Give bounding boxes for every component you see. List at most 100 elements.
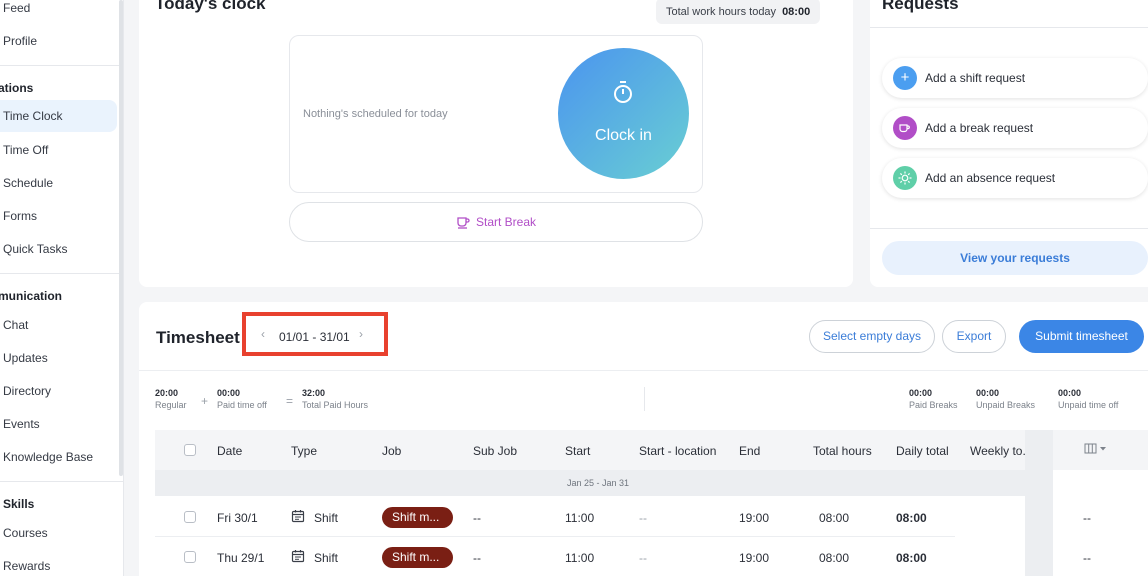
- summary-unpaid-breaks: 00:00 Unpaid Breaks: [976, 388, 1035, 410]
- sidebar-item-profile[interactable]: Profile: [3, 34, 37, 48]
- sidebar-scrollbar[interactable]: [119, 0, 123, 476]
- add-shift-request-label: Add a shift request: [925, 71, 1026, 85]
- stopwatch-icon: [612, 80, 634, 109]
- table-row[interactable]: Thu 29/1 Shift Shift m... -- 11:00 -- 19…: [155, 537, 1148, 576]
- select-all-checkbox[interactable]: [184, 444, 196, 456]
- summary-paid-time-off-value: 00:00: [217, 388, 241, 398]
- chevron-right-icon[interactable]: ›: [359, 327, 363, 341]
- date-range-text: 01/01 - 31/01: [279, 330, 350, 344]
- timesheet-title: Timesheet: [156, 328, 240, 347]
- sidebar-item-schedule[interactable]: Schedule: [3, 176, 53, 190]
- clock-title: Today's clock: [155, 0, 266, 13]
- sidebar-divider: [0, 481, 123, 482]
- row-checkbox[interactable]: [184, 551, 196, 563]
- cell-start-location: --: [639, 551, 647, 565]
- sidebar-item-chat[interactable]: Chat: [3, 318, 28, 332]
- requests-title: Requests: [882, 0, 959, 13]
- cell-start: 11:00: [565, 551, 595, 565]
- cell-total-hours: 08:00: [819, 551, 850, 565]
- calendar-icon: [291, 549, 305, 566]
- column-header-start[interactable]: Start: [565, 444, 590, 458]
- requests-divider: [870, 228, 1148, 229]
- sidebar-section-skills: Skills: [3, 497, 35, 511]
- summary-paid-time-off: 00:00 Paid time off: [217, 388, 267, 410]
- column-header-type[interactable]: Type: [291, 444, 317, 458]
- cell-extra: --: [1083, 551, 1091, 565]
- add-shift-request-button[interactable]: + Add a shift request: [882, 58, 1148, 98]
- cell-start-location: --: [639, 511, 647, 525]
- summary-unpaid-time-off-label: Unpaid time off: [1058, 400, 1119, 410]
- coffee-icon: [456, 215, 476, 229]
- column-header-job[interactable]: Job: [382, 444, 401, 458]
- column-picker-icon[interactable]: [1084, 442, 1108, 459]
- sidebar-item-courses[interactable]: Courses: [3, 526, 48, 540]
- summary-regular: 20:00 Regular: [155, 388, 187, 410]
- schedule-empty-text: Nothing's scheduled for today: [303, 108, 448, 120]
- sidebar-item-quick-tasks[interactable]: Quick Tasks: [3, 242, 67, 256]
- cell-sub-job: --: [473, 551, 481, 565]
- sidebar-item-time-clock[interactable]: Time Clock: [0, 100, 117, 132]
- total-work-hours: Total work hours today 08:00: [656, 0, 821, 24]
- cell-daily-total: 08:00: [896, 551, 927, 565]
- add-break-request-button[interactable]: Add a break request: [882, 108, 1148, 148]
- select-empty-days-button[interactable]: Select empty days: [809, 320, 935, 353]
- plus-icon: +: [893, 66, 917, 90]
- chevron-left-icon[interactable]: ‹: [261, 327, 265, 341]
- start-break-button[interactable]: Start Break: [289, 202, 703, 242]
- sidebar-section-communication: munication: [0, 289, 63, 303]
- timesheet-card: Timesheet ‹ 01/01 - 31/01 › Select empty…: [139, 302, 1148, 576]
- summary-paid-breaks: 00:00 Paid Breaks: [909, 388, 958, 410]
- column-header-sub-job[interactable]: Sub Job: [473, 444, 517, 458]
- timesheet-divider: [139, 370, 1148, 371]
- calendar-icon: [291, 509, 305, 526]
- total-work-hours-label: Total work hours today: [666, 6, 777, 18]
- requests-card: Requests + Add a shift request Add a bre…: [870, 0, 1148, 287]
- column-header-daily-total[interactable]: Daily total: [896, 444, 949, 458]
- cell-sub-job: --: [473, 511, 481, 525]
- add-absence-request-button[interactable]: Add an absence request: [882, 158, 1148, 198]
- start-break-label: Start Break: [475, 215, 537, 229]
- column-header-date[interactable]: Date: [217, 444, 242, 458]
- sidebar-divider: [0, 273, 123, 274]
- requests-divider: [870, 27, 1148, 28]
- clock-in-button[interactable]: Clock in: [558, 48, 689, 179]
- summary-paid-breaks-value: 00:00: [909, 388, 933, 398]
- table-row[interactable]: Fri 30/1 Shift Shift m... -- 11:00 -- 19…: [155, 497, 1148, 537]
- column-header-weekly-total[interactable]: Weekly to...: [970, 444, 1032, 458]
- column-header-total-hours[interactable]: Total hours: [813, 444, 872, 458]
- summary-total-paid-value: 32:00: [302, 388, 326, 398]
- sidebar-item-forms[interactable]: Forms: [3, 209, 37, 223]
- cell-date: Thu 29/1: [217, 551, 265, 565]
- summary-paid-breaks-label: Paid Breaks: [909, 400, 958, 410]
- sidebar-item-directory[interactable]: Directory: [3, 384, 51, 398]
- sidebar-item-time-off[interactable]: Time Off: [3, 143, 48, 157]
- sidebar-item-events[interactable]: Events: [3, 417, 40, 431]
- job-badge[interactable]: Shift m...: [382, 507, 453, 528]
- add-break-request-label: Add a break request: [925, 121, 1034, 135]
- summary-plus: +: [201, 394, 209, 408]
- summary-regular-label: Regular: [155, 400, 187, 410]
- sun-icon: [893, 166, 917, 190]
- sidebar-divider: [0, 65, 123, 66]
- clock-in-label: Clock in: [595, 127, 652, 144]
- cell-date: Fri 30/1: [217, 511, 258, 525]
- submit-timesheet-button[interactable]: Submit timesheet: [1019, 320, 1144, 353]
- summary-unpaid-time-off: 00:00 Unpaid time off: [1058, 388, 1118, 410]
- week-group-row: Jan 25 - Jan 31: [155, 470, 1041, 496]
- add-absence-request-label: Add an absence request: [925, 171, 1056, 185]
- cell-start: 11:00: [565, 511, 595, 525]
- job-badge[interactable]: Shift m...: [382, 547, 453, 568]
- sidebar-item-feed[interactable]: Feed: [3, 1, 30, 15]
- total-work-hours-value: 08:00: [782, 6, 811, 18]
- row-checkbox[interactable]: [184, 511, 196, 523]
- column-header-start-location[interactable]: Start - location: [639, 444, 716, 458]
- sidebar-item-rewards[interactable]: Rewards: [3, 559, 50, 573]
- sidebar-item-knowledge-base[interactable]: Knowledge Base: [3, 450, 93, 464]
- sidebar-item-updates[interactable]: Updates: [3, 351, 48, 365]
- summary-regular-value: 20:00: [155, 388, 179, 398]
- summary-unpaid-breaks-value: 00:00: [976, 388, 1000, 398]
- view-your-requests-button[interactable]: View your requests: [882, 241, 1148, 275]
- column-header-end[interactable]: End: [739, 444, 760, 458]
- summary-paid-time-off-label: Paid time off: [217, 400, 267, 410]
- export-button[interactable]: Export: [942, 320, 1006, 353]
